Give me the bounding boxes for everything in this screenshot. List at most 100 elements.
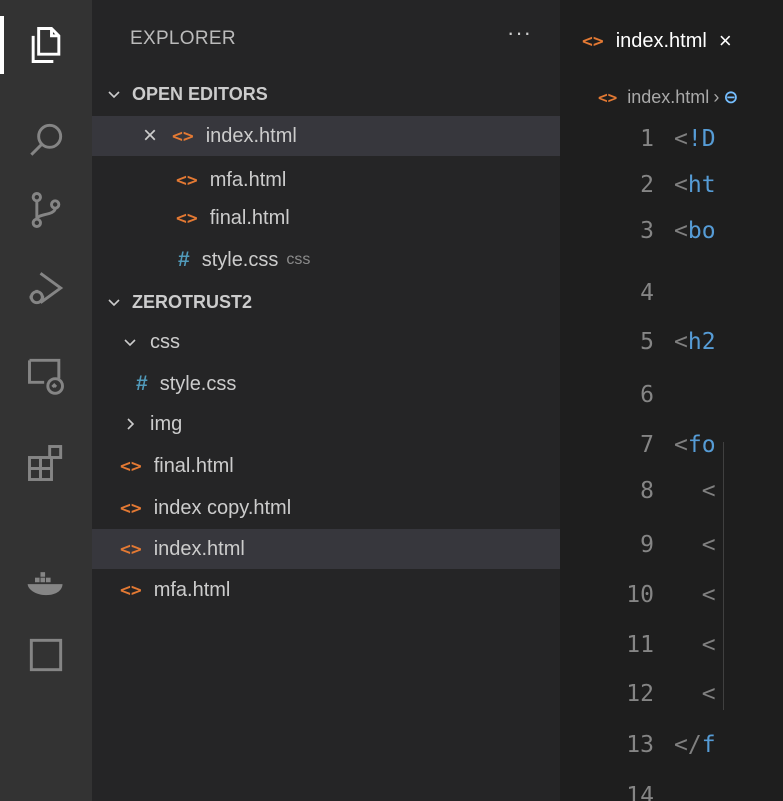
line-number: 12 xyxy=(626,681,654,707)
code-line: 3 <bo xyxy=(560,208,783,254)
docker-button[interactable] xyxy=(0,550,92,620)
folder-item[interactable]: css xyxy=(92,322,560,362)
css-file-icon: # xyxy=(136,372,148,395)
folder-label: css xyxy=(150,330,180,353)
docker-icon xyxy=(27,572,63,596)
code-line: 8 < xyxy=(560,468,783,514)
line-number: 2 xyxy=(640,172,654,198)
close-icon[interactable]: × xyxy=(719,28,732,54)
file-label: mfa.html xyxy=(209,168,287,191)
file-item[interactable]: <> final.html xyxy=(92,446,560,486)
line-number: 1 xyxy=(640,126,654,152)
html-file-icon: <> xyxy=(172,125,194,147)
line-number: 7 xyxy=(640,432,654,458)
line-number: 8 xyxy=(640,478,654,504)
source-control-icon xyxy=(31,192,61,228)
file-item[interactable]: # style.css xyxy=(92,364,560,404)
folder-item[interactable]: img xyxy=(92,404,560,444)
file-label: final.html xyxy=(153,454,234,477)
file-label: mfa.html xyxy=(153,578,231,601)
open-editor-item[interactable]: # style.css css xyxy=(92,240,560,280)
open-editors-header[interactable]: OPEN EDITORS xyxy=(92,75,560,113)
editor-area: <> index.html × <> index.html › ⊖ 1 <!D 2… xyxy=(560,0,783,801)
html-file-icon: <> xyxy=(120,579,142,601)
square-icon xyxy=(29,638,63,672)
square-button[interactable] xyxy=(0,620,92,690)
html-file-icon: <> xyxy=(598,87,618,107)
file-label: style.css xyxy=(159,372,237,395)
chevron-right-icon xyxy=(118,416,142,432)
remote-explorer-icon xyxy=(28,358,64,395)
extensions-button[interactable] xyxy=(0,428,92,498)
explorer-button[interactable] xyxy=(0,10,92,80)
chevron-down-icon xyxy=(92,294,132,310)
breadcrumb-file[interactable]: index.html xyxy=(627,87,709,108)
code-line: 12 < xyxy=(560,671,783,717)
css-file-icon: # xyxy=(178,248,190,271)
activity-bar xyxy=(0,0,92,801)
file-label: index copy.html xyxy=(153,496,292,519)
code-line: 4 xyxy=(560,270,783,316)
code-line: 6 xyxy=(560,372,783,418)
html-file-icon: <> xyxy=(176,169,198,191)
line-number: 3 xyxy=(640,218,654,244)
breadcrumb-separator: › xyxy=(713,86,720,107)
html-file-icon: <> xyxy=(120,538,142,560)
html-file-icon: <> xyxy=(176,207,198,229)
code-line: 11 < xyxy=(560,622,783,668)
line-number: 14 xyxy=(626,783,654,801)
code-line: 9 < xyxy=(560,522,783,568)
code-line: 7 <fo xyxy=(560,422,783,468)
extensions-icon xyxy=(28,445,63,481)
more-actions-button[interactable]: ··· xyxy=(507,20,532,46)
file-item[interactable]: <> index copy.html xyxy=(92,488,560,528)
line-number: 5 xyxy=(640,329,654,355)
symbol-icon[interactable]: ⊖ xyxy=(723,87,738,108)
open-editor-item[interactable]: <> mfa.html xyxy=(92,160,560,200)
code-line: 13 </f xyxy=(560,722,783,768)
remote-explorer-button[interactable] xyxy=(0,340,92,410)
tab-label: index.html xyxy=(615,29,707,52)
sidebar-title: EXPLORER xyxy=(130,28,236,49)
chevron-down-icon xyxy=(118,334,142,350)
search-icon xyxy=(30,123,63,156)
project-title: ZEROTRUST2 xyxy=(132,291,253,312)
file-item[interactable]: <> index.html xyxy=(92,529,560,569)
source-control-button[interactable] xyxy=(0,175,92,245)
explorer-sidebar: EXPLORER ··· OPEN EDITORS × <> index.htm… xyxy=(92,0,560,801)
line-number: 9 xyxy=(640,532,654,558)
line-number: 6 xyxy=(640,382,654,408)
search-button[interactable] xyxy=(0,105,92,175)
code-line: 5 <h2 xyxy=(560,319,783,365)
file-item[interactable]: <> mfa.html xyxy=(92,570,560,610)
html-file-icon: <> xyxy=(120,497,142,519)
open-editor-item[interactable]: × <> index.html xyxy=(92,116,560,156)
project-header[interactable]: ZEROTRUST2 xyxy=(92,283,560,321)
folder-label: img xyxy=(150,412,183,435)
file-label: style.css xyxy=(201,248,279,271)
run-debug-icon xyxy=(29,272,64,305)
close-icon[interactable]: × xyxy=(140,122,160,150)
code-line: 2 <ht xyxy=(560,162,783,208)
code-line: 1 <!D xyxy=(560,116,783,162)
line-number: 11 xyxy=(626,632,654,658)
html-file-icon: <> xyxy=(120,455,142,477)
code-line: 10 < xyxy=(560,572,783,618)
line-number: 4 xyxy=(640,280,654,306)
run-debug-button[interactable] xyxy=(0,253,92,323)
files-icon xyxy=(31,27,61,63)
line-number: 13 xyxy=(626,732,654,758)
file-label: index.html xyxy=(205,124,297,147)
code-line: 14 xyxy=(560,773,783,801)
html-file-icon: <> xyxy=(582,30,604,52)
open-editors-title: OPEN EDITORS xyxy=(132,83,268,104)
file-label: index.html xyxy=(153,537,245,560)
tab-index-html[interactable]: <> index.html × xyxy=(560,0,783,82)
file-label: final.html xyxy=(209,206,290,229)
tab-bar: <> index.html × xyxy=(560,0,783,82)
chevron-down-icon xyxy=(92,86,132,102)
breadcrumb: <> index.html › ⊖ xyxy=(560,80,783,114)
file-description: css xyxy=(286,251,311,268)
open-editor-item[interactable]: <> final.html xyxy=(92,198,560,238)
line-number: 10 xyxy=(626,582,654,608)
